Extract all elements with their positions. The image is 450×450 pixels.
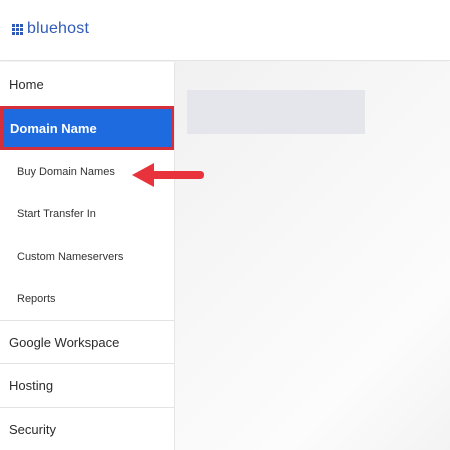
sidebar-item-security[interactable]: Security [0, 408, 174, 450]
sidebar-item-google-workspace[interactable]: Google Workspace [0, 321, 174, 363]
sidebar-item-label: Custom Nameservers [17, 250, 124, 263]
bluehost-logo[interactable]: bluehost [12, 20, 89, 38]
sidebar-subitem-reports[interactable]: Reports [0, 278, 174, 320]
sidebar-item-home[interactable]: Home [0, 62, 174, 106]
loading-placeholder [187, 90, 365, 134]
sidebar-item-label: Hosting [9, 378, 54, 393]
sidebar-item-hosting[interactable]: Hosting [0, 364, 174, 407]
top-header: bluehost [0, 0, 450, 61]
logo-text: bluehost [27, 20, 90, 37]
sidebar-item-label: Domain Name [10, 120, 97, 136]
grid-logo-icon [12, 23, 23, 35]
sidebar-item-label: Google Workspace [9, 334, 120, 350]
sidebar-subitem-custom-nameservers[interactable]: Custom Nameservers [0, 235, 174, 278]
sidebar-item-domain-name[interactable]: Domain Name [0, 106, 174, 150]
left-arrow-icon [132, 163, 204, 187]
sidebar-item-label: Start Transfer In [17, 208, 96, 220]
sidebar-subitem-start-transfer-in[interactable]: Start Transfer In [0, 193, 174, 235]
sidebar-item-label: Buy Domain Names [17, 165, 115, 178]
sidebar-item-label: Security [9, 421, 56, 437]
sidebar-item-label: Home [9, 76, 44, 92]
sidebar-item-label: Reports [17, 293, 56, 305]
